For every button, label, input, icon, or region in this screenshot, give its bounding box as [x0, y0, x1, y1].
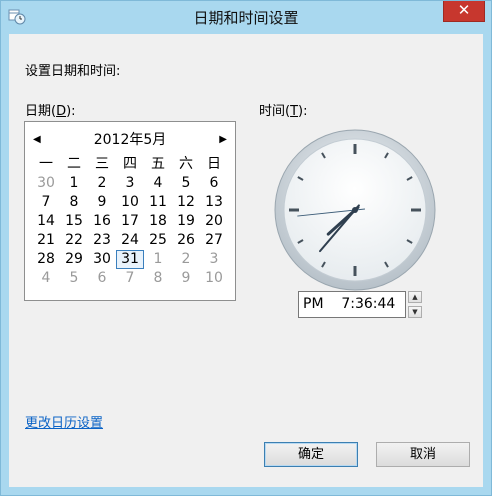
calendar-day[interactable]: 22: [60, 231, 88, 250]
calendar-day[interactable]: 3: [200, 250, 228, 269]
calendar-day[interactable]: 11: [144, 193, 172, 212]
time-value: PM 7:36:44: [303, 296, 396, 312]
weekday-header: 日: [207, 156, 221, 172]
time-decrease-button[interactable]: ▼: [408, 306, 422, 318]
calendar-day[interactable]: 17: [116, 212, 144, 231]
calendar-day[interactable]: 8: [60, 193, 88, 212]
time-label: 时间(T):: [259, 100, 307, 119]
calendar-month-title[interactable]: 2012年5月: [25, 130, 235, 150]
calendar-day-selected[interactable]: 31: [116, 250, 144, 269]
calendar-day[interactable]: 29: [60, 250, 88, 269]
calendar-day[interactable]: 1: [60, 174, 88, 193]
calendar-day[interactable]: 24: [116, 231, 144, 250]
weekday-header: 二: [67, 156, 81, 172]
time-increase-button[interactable]: ▲: [408, 291, 422, 303]
time-spinner: ▲ ▼: [408, 291, 422, 318]
calendar-day[interactable]: 13: [200, 193, 228, 212]
calendar-day[interactable]: 9: [172, 269, 200, 288]
cancel-button[interactable]: 取消: [376, 442, 470, 467]
calendar-day[interactable]: 20: [200, 212, 228, 231]
time-label-prefix: 时间(: [259, 104, 291, 119]
window-title: 日期和时间设置: [193, 9, 299, 27]
calendar-day[interactable]: 16: [88, 212, 116, 231]
time-label-accesskey: T: [290, 104, 299, 119]
calendar-day[interactable]: 21: [32, 231, 60, 250]
calendar-day[interactable]: 27: [200, 231, 228, 250]
date-time-dialog: 日期和时间设置 ✕ 设置日期和时间: 日期(D): 时间(T): ◀ 2012年…: [0, 0, 492, 496]
date-label-accesskey: D: [56, 104, 67, 119]
change-calendar-settings-link[interactable]: 更改日历设置: [25, 412, 103, 431]
calendar-day[interactable]: 5: [172, 174, 200, 193]
close-icon: ✕: [457, 1, 471, 19]
title-bar[interactable]: 日期和时间设置 ✕: [1, 1, 491, 33]
calendar-day[interactable]: 26: [172, 231, 200, 250]
calendar-day[interactable]: 14: [32, 212, 60, 231]
weekday-header: 五: [151, 156, 165, 172]
weekday-header: 三: [95, 156, 109, 172]
calendar-day[interactable]: 30: [32, 174, 60, 193]
clock-center-pin: [352, 207, 358, 213]
calendar-day[interactable]: 4: [144, 174, 172, 193]
calendar-day[interactable]: 8: [144, 269, 172, 288]
weekday-header: 六: [179, 156, 193, 172]
next-month-icon[interactable]: ▶: [219, 130, 227, 150]
calendar-day[interactable]: 6: [200, 174, 228, 193]
calendar-day[interactable]: 18: [144, 212, 172, 231]
calendar-day[interactable]: 19: [172, 212, 200, 231]
calendar-day[interactable]: 1: [144, 250, 172, 269]
close-button[interactable]: ✕: [443, 1, 485, 22]
weekday-header: 一: [39, 156, 53, 172]
calendar-day[interactable]: 3: [116, 174, 144, 193]
calendar-day[interactable]: 9: [88, 193, 116, 212]
time-label-suffix: ):: [298, 104, 308, 119]
ok-button[interactable]: 确定: [264, 442, 358, 467]
calendar-day-grid: 一二三四五六日 30 1 2 3 4 5 6 7 8 9 10 11 12 13 14 15 16 17 18 19 20…: [32, 155, 228, 288]
calendar-day[interactable]: 30: [88, 250, 116, 269]
calendar-day[interactable]: 5: [60, 269, 88, 288]
calendar-day[interactable]: 6: [88, 269, 116, 288]
calendar-day[interactable]: 12: [172, 193, 200, 212]
time-input[interactable]: PM 7:36:44: [298, 291, 406, 318]
date-label-prefix: 日期(: [25, 104, 57, 119]
calendar-day[interactable]: 2: [88, 174, 116, 193]
weekday-header: 四: [123, 156, 137, 172]
calendar-day[interactable]: 7: [32, 193, 60, 212]
spin-down-icon: ▼: [412, 308, 418, 316]
calendar-day[interactable]: 15: [60, 212, 88, 231]
calendar-day[interactable]: 25: [144, 231, 172, 250]
set-date-time-heading: 设置日期和时间:: [25, 64, 121, 79]
calendar-day[interactable]: 28: [32, 250, 60, 269]
calendar-day[interactable]: 2: [172, 250, 200, 269]
spin-up-icon: ▲: [412, 293, 418, 301]
month-calendar[interactable]: ◀ 2012年5月 ▶ 一二三四五六日 30 1 2 3 4 5 6 7 8 9 10 11 12 13 14…: [24, 121, 236, 301]
analog-clock: [274, 129, 436, 291]
calendar-day[interactable]: 23: [88, 231, 116, 250]
calendar-day[interactable]: 10: [200, 269, 228, 288]
dialog-content: 设置日期和时间: 日期(D): 时间(T): ◀ 2012年5月 ▶ 一二三四五…: [9, 34, 483, 487]
calendar-day[interactable]: 10: [116, 193, 144, 212]
calendar-day[interactable]: 4: [32, 269, 60, 288]
date-label: 日期(D):: [25, 100, 76, 119]
calendar-day[interactable]: 7: [116, 269, 144, 288]
date-label-suffix: ):: [66, 104, 76, 119]
calendar-header: ◀ 2012年5月 ▶: [25, 130, 235, 150]
